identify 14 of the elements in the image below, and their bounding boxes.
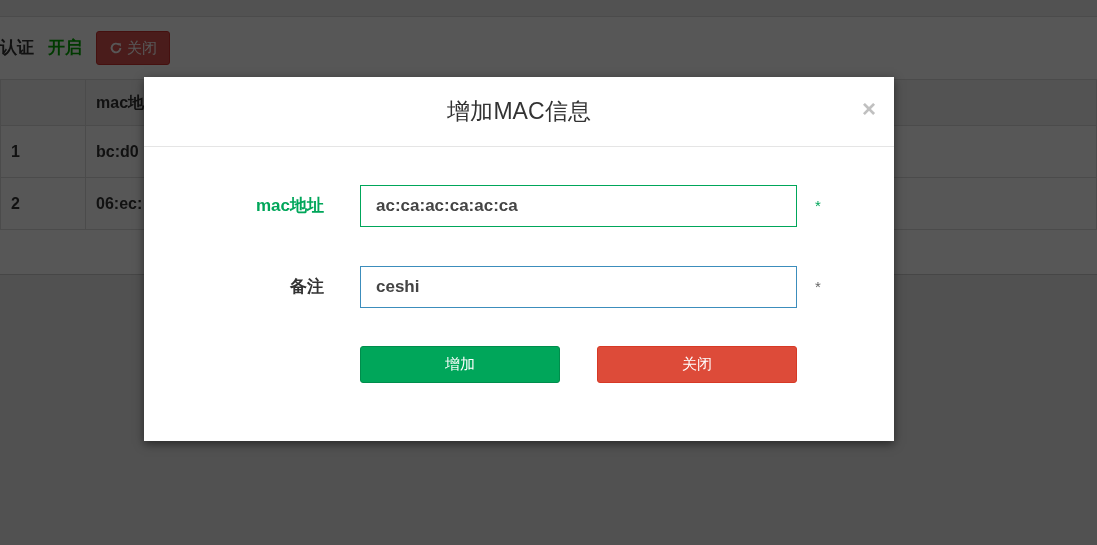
table-cell: 1 (0, 125, 86, 178)
table-cell: 2 (0, 177, 86, 230)
field-label: 备注 (289, 276, 324, 299)
required-mark: * (815, 195, 821, 216)
field-label: mac地址 (254, 195, 324, 218)
close-button[interactable]: 关闭 (597, 346, 797, 383)
status-text: 开启 (48, 37, 82, 60)
input-field[interactable]: ceshi (360, 266, 797, 308)
modal-title: 增加MAC信息 (447, 97, 591, 126)
input-field[interactable]: ac:ca:ac:ca:ac:ca (360, 185, 797, 227)
add-button[interactable]: 增加 (360, 346, 560, 383)
setting-label: 认证 (0, 37, 34, 60)
refresh-icon (109, 41, 123, 55)
required-mark: * (815, 276, 821, 297)
